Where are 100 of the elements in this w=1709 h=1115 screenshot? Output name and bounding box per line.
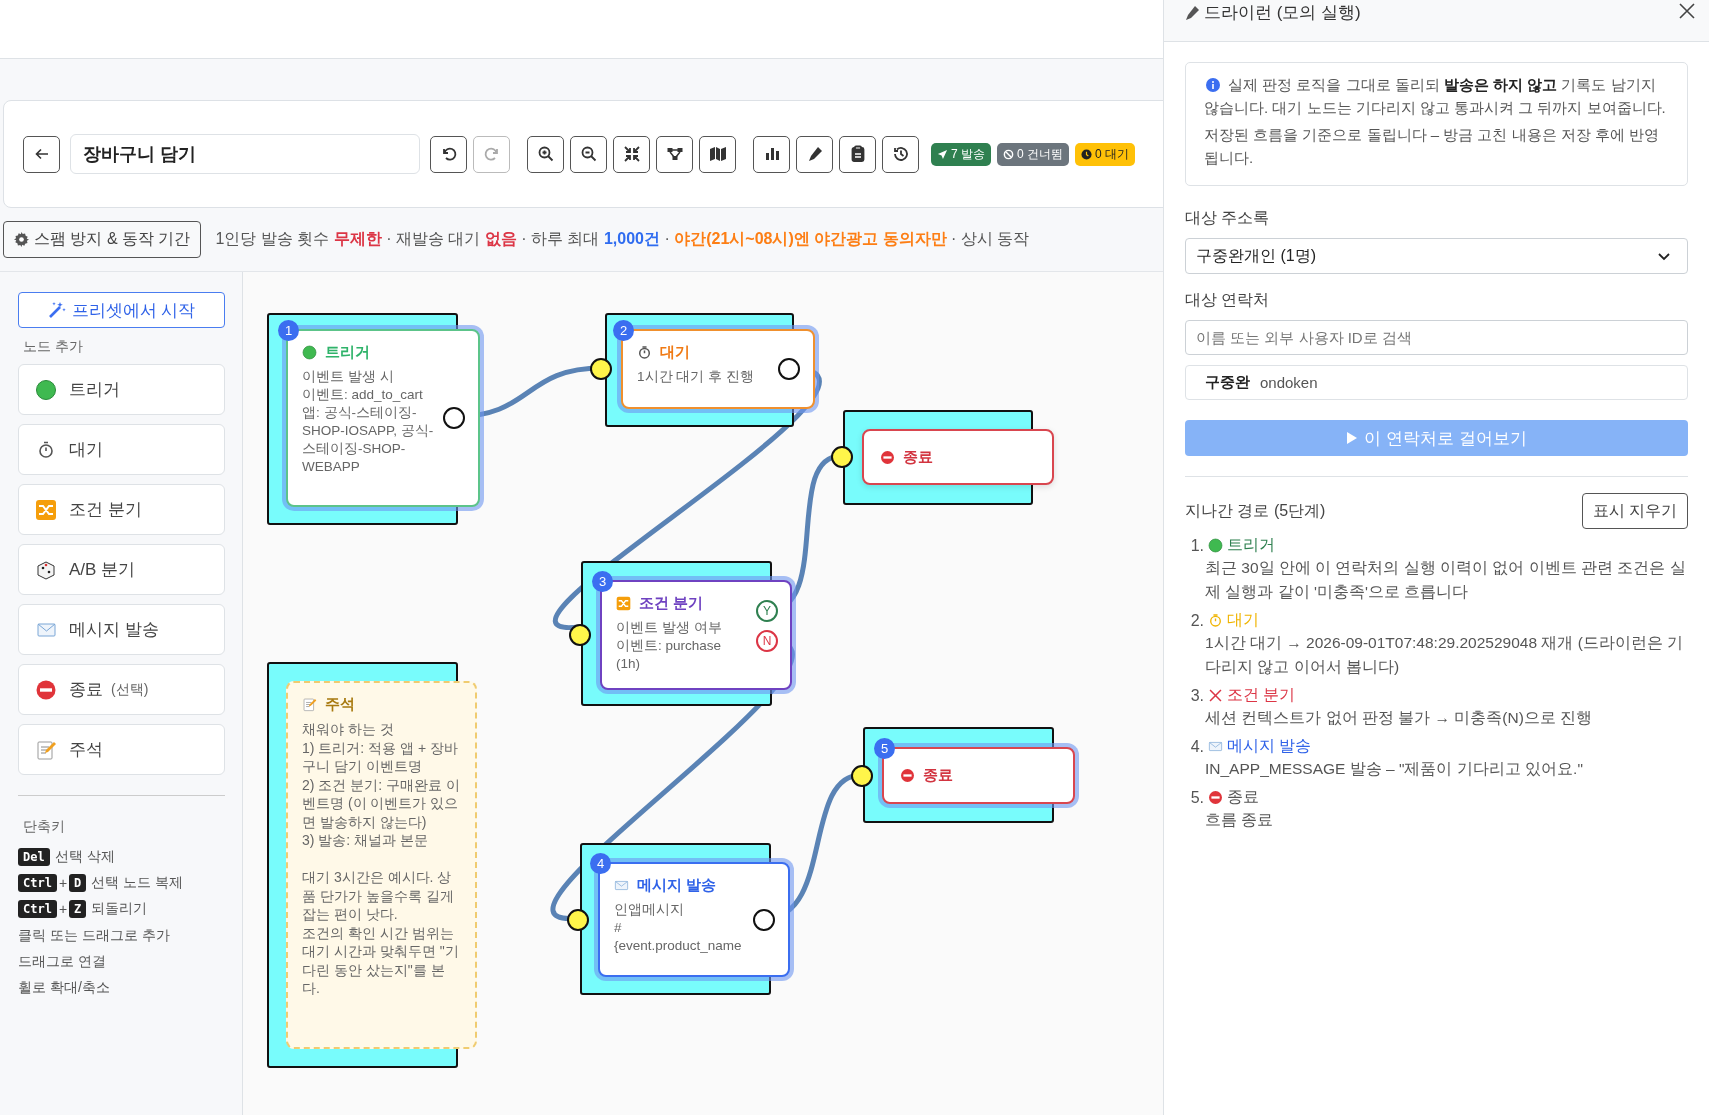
chart-button[interactable] [753,135,790,173]
info-text: 실제 판정 로직을 그대로 돌리되 발송은 하지 않고 기록도 남기지 않습니다. 대기 노드는 기다리지 않고 통과시켜 그 뒤까지 보여줍니다. [1204,75,1667,118]
ab-node-button[interactable]: A/B 분기 [18,544,225,595]
step-detail: 최근 30일 안에 이 연락처의 실행 이력이 없어 이벤트 관련 조건은 실제 실행과 같이 '미충족'으로 흐릅니다 [1204,558,1687,602]
node-title: 종료 [903,447,933,467]
node-detail: 인앱메시지 [614,901,685,919]
wait-node-button[interactable]: 대기 [18,424,225,475]
node-detail: 이벤트 발생 시 [302,368,395,386]
input-port[interactable] [831,446,853,468]
close-icon [1679,3,1695,19]
pen-icon [1184,4,1200,21]
flow-name-field[interactable]: 장바구니 담기 [70,134,420,174]
shortcut-description: 선택 노드 복제 [91,874,184,892]
ban-icon [1003,148,1014,160]
keyboard-key: Ctrl [18,900,57,918]
zoom-in-button[interactable] [527,135,564,173]
zoom-out-icon [579,145,598,163]
note-card[interactable]: 주석 채워야 하는 것 1) 트리거: 적용 앱 + 장바구니 담기 이벤트명 2) 조건 분기: 구매완료 이벤트명 (이 이벤트가 있으면 발송하지 않는다) 3) 발송: 채널과 본문 대기 3시간은 예시다. 상품 단가가 높을수록 길게 잡는 편이 낫다. 조건의 확인 시간 범위는 대기 시간과 맞춰두면 "기다린 동안 샀는지"를 본다. [286,681,477,1049]
contact-search-field[interactable]: 이름 또는 외부 사용자 ID로 검색 [1185,320,1688,355]
selected-contact[interactable]: 구중완 ondoken [1185,365,1688,400]
step-detail: 흐름 종료 [1204,810,1275,830]
back-button[interactable] [23,135,60,173]
field-label: 대상 연락처 [1185,290,1271,310]
note-text: 채워야 하는 것 1) 트리거: 적용 앱 + 장바구니 담기 이벤트명 2) 조건 분기: 구매완료 이벤트명 (이 이벤트가 있으면 발송하지 않는다) 3) 발송: 채널과 본문 대기 3시간은 예시다. 상품 단가가 높을수록 길게 잡는 편이 낫다. 조건의 확인 시간 범위는 대기 시간과 맞춰두면 "기다린 동안 샀는지"를 본다. [302,720,461,998]
info-text: 저장된 흐름을 기준으로 돌립니다 – 방금 고친 내용은 저장 후에 반영됩니다. [1204,125,1661,168]
note-node-button[interactable]: 주석 [18,724,225,775]
zoom-out-button[interactable] [570,135,607,173]
step-detail: IN_APP_MESSAGE 발송 – "제품이 기다리고 있어요." [1204,759,1584,779]
node-detail: 이벤트: add_to_cart [302,386,424,404]
gear-icon [14,232,29,247]
node-detail: 이벤트: purchase (1h) [616,637,723,673]
field-label: 대상 주소록 [1185,208,1271,228]
keyboard-key: Z [69,900,87,918]
map-icon [708,145,727,163]
step-number: 1. [1189,536,1204,555]
node-title: 조건 분기 [639,594,704,613]
step-number: 4. [1189,737,1204,756]
pen-button[interactable] [796,135,833,173]
spam-settings-button[interactable]: 스팸 방지 & 동작 기간 [3,221,202,258]
node-title: 종료 [923,766,953,785]
paper-plane-icon [937,148,948,160]
end-icon [1208,790,1223,805]
node-title: 대기 [660,343,690,362]
hint-text: 드래그로 연결 [18,952,107,971]
message-node-button[interactable]: 메시지 발송 [18,604,225,655]
step-title: 메시지 발송 [1227,736,1312,756]
message-icon [1208,739,1223,754]
input-port[interactable] [851,764,873,787]
keyboard-key: Ctrl [18,874,57,892]
clock-icon [1081,148,1093,160]
keyboard-key: Del [18,848,50,866]
flow-node[interactable]: 종료 [862,429,1054,485]
keyboard-key: D [69,874,87,892]
hint-text: 휠로 확대/축소 [18,978,111,997]
history-icon [891,145,910,163]
redo-icon [482,145,501,163]
end-icon [35,678,57,701]
step-detail: 세션 컨텍스트가 없어 판정 불가 → 미충족(N)으로 진행 [1204,708,1594,728]
layout-button[interactable] [656,135,693,173]
zoom-in-icon [536,145,555,163]
shortcut-description: 되돌리기 [91,900,148,918]
input-port[interactable] [569,624,591,646]
end-icon [880,449,895,465]
history-button[interactable] [882,135,919,173]
map-button[interactable] [699,135,736,173]
clear-button[interactable]: 표시 지우기 [1581,493,1688,529]
undo-button[interactable] [430,135,467,173]
condition-icon [35,498,57,521]
wait-icon [1208,613,1223,628]
clipboard-button[interactable] [839,135,876,173]
preset-button[interactable]: 프리셋에서 시작 [18,292,225,328]
address-book-select[interactable]: 구중완개인 (1명) [1185,238,1688,274]
plus-sign: + [58,901,68,917]
end-icon [900,768,915,783]
node-detail: 1시간 대기 후 진행 [637,368,755,386]
trigger-node-button[interactable]: 트리거 [18,364,225,415]
step-detail: 1시간 대기 → 2026-09-01T07:48:29.202529048 재개 (드라이런은 기다리지 않고 이어서 봅니다) [1204,633,1685,677]
wait-icon [637,345,652,360]
node-title: 트리거 [325,343,370,362]
end-node-button[interactable]: 종료 (선택) [18,664,225,715]
step-title: 트리거 [1227,535,1275,555]
step-number: 3. [1189,686,1204,705]
node-title: 메시지 발송 [637,876,717,895]
shortcuts-title: 단축키 [23,818,66,836]
section-label: 노드 추가 [23,338,84,356]
message-icon [614,878,629,893]
sent-count-badge: 7 발송 [931,142,991,166]
condition-node-button[interactable]: 조건 분기 [18,484,225,535]
plus-sign: + [58,875,68,891]
fit-button[interactable] [613,135,650,173]
magic-wand-icon [47,301,66,319]
input-port[interactable] [590,358,612,380]
sending-policy-summary: 1인당 발송 횟수 무제한 · 재발송 대기 없음 · 하루 최대 1,000건 · 야간(21시~08시)엔 야간광고 동의자만 · 상시 동작 [215,229,1030,249]
input-port[interactable] [567,908,589,931]
step-number: 5. [1189,788,1204,807]
note-icon [302,697,317,712]
note-icon [35,738,57,761]
step-title: 종료 [1227,787,1259,807]
arrow-left-icon [33,146,50,162]
node-detail: 앱: 공식-스테이징-SHOP-IOSAPP, 공식-스테이징-SHOP-WEBAPP [302,404,434,476]
